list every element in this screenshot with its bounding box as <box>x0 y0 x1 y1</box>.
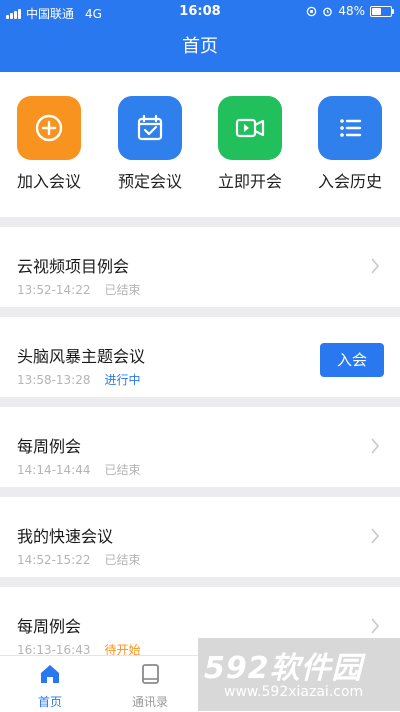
meeting-history-button[interactable]: 入会历史 <box>308 96 392 192</box>
status-right: 48% <box>306 4 394 18</box>
orientation-lock-icon <box>307 6 317 16</box>
meeting-item[interactable]: 头脑风暴主题会议 13:58-13:28 进行中 入会 <box>0 317 400 397</box>
meeting-time: 13:52-14:22 <box>17 283 91 297</box>
divider <box>0 307 400 317</box>
join-meeting-icon-tile <box>17 96 81 160</box>
watermark-url: www.592xiazai.com <box>224 684 364 700</box>
meeting-time: 13:58-13:28 <box>17 373 91 387</box>
tab-home[interactable]: 首页 <box>10 662 90 710</box>
meeting-history-icon-tile <box>318 96 382 160</box>
calendar-check-icon <box>137 114 163 141</box>
tab-contacts-label: 通讯录 <box>131 695 168 709</box>
meeting-meta: 14:14-14:44 已结束 <box>17 461 141 478</box>
page-title: 首页 <box>182 36 218 57</box>
schedule-meeting-label: 预定会议 <box>117 172 182 191</box>
alarm-icon <box>323 7 333 16</box>
home-icon <box>41 665 59 683</box>
tab-contacts[interactable]: 通讯录 <box>110 662 190 710</box>
battery-fill <box>372 7 381 15</box>
meeting-title: 头脑风暴主题会议 <box>17 347 146 366</box>
meeting-item[interactable]: 我的快速会议 14:52-15:22 已结束 <box>0 497 400 577</box>
meeting-status: 已结束 <box>104 283 141 297</box>
watermark-title: 592软件园 <box>204 651 363 686</box>
meeting-time: 14:14-14:44 <box>17 463 91 477</box>
divider <box>0 577 400 587</box>
status-bar: 中国联通 4G 16:08 48% <box>0 0 400 24</box>
join-meeting-label: 加入会议 <box>16 172 81 191</box>
chevron-right-icon <box>371 618 380 634</box>
chevron-right-icon <box>371 528 380 544</box>
tab-home-label: 首页 <box>37 695 62 709</box>
chevron-right-icon <box>371 258 380 274</box>
divider <box>0 397 400 407</box>
meeting-title: 我的快速会议 <box>17 527 114 546</box>
join-button[interactable]: 入会 <box>320 343 384 377</box>
chevron-right-icon <box>371 438 380 454</box>
start-meeting-button[interactable]: 立即开会 <box>208 96 292 192</box>
meeting-title: 每周例会 <box>17 617 82 636</box>
join-meeting-button[interactable]: 加入会议 <box>7 96 91 192</box>
divider <box>0 487 400 497</box>
meeting-status: 进行中 <box>104 373 141 387</box>
battery-percent: 48% <box>338 4 365 18</box>
start-meeting-label: 立即开会 <box>217 172 282 191</box>
meeting-meta: 14:52-15:22 已结束 <box>17 551 141 568</box>
quick-actions: 加入会议 预定会议 立即开会 入会历史 <box>0 72 400 217</box>
schedule-meeting-icon-tile <box>118 96 182 160</box>
meeting-item[interactable]: 云视频项目例会 13:52-14:22 已结束 <box>0 227 400 307</box>
plus-circle-icon <box>35 114 63 142</box>
divider <box>0 217 400 227</box>
schedule-meeting-button[interactable]: 预定会议 <box>108 96 192 192</box>
start-meeting-icon-tile <box>218 96 282 160</box>
meeting-status: 已结束 <box>104 553 141 567</box>
meeting-status: 已结束 <box>104 463 141 477</box>
meeting-history-label: 入会历史 <box>317 172 382 191</box>
video-camera-icon <box>235 118 265 138</box>
meeting-item[interactable]: 每周例会 14:14-14:44 已结束 <box>0 407 400 487</box>
page-header: 首页 <box>0 24 400 72</box>
list-icon <box>340 119 362 137</box>
meeting-time: 14:52-15:22 <box>17 553 91 567</box>
meeting-meta: 13:58-13:28 进行中 <box>17 371 141 388</box>
battery-icon <box>370 5 394 17</box>
contacts-book-icon <box>142 664 159 684</box>
meeting-title: 每周例会 <box>17 437 82 456</box>
meeting-title: 云视频项目例会 <box>17 257 130 276</box>
meeting-meta: 13:52-14:22 已结束 <box>17 281 141 298</box>
